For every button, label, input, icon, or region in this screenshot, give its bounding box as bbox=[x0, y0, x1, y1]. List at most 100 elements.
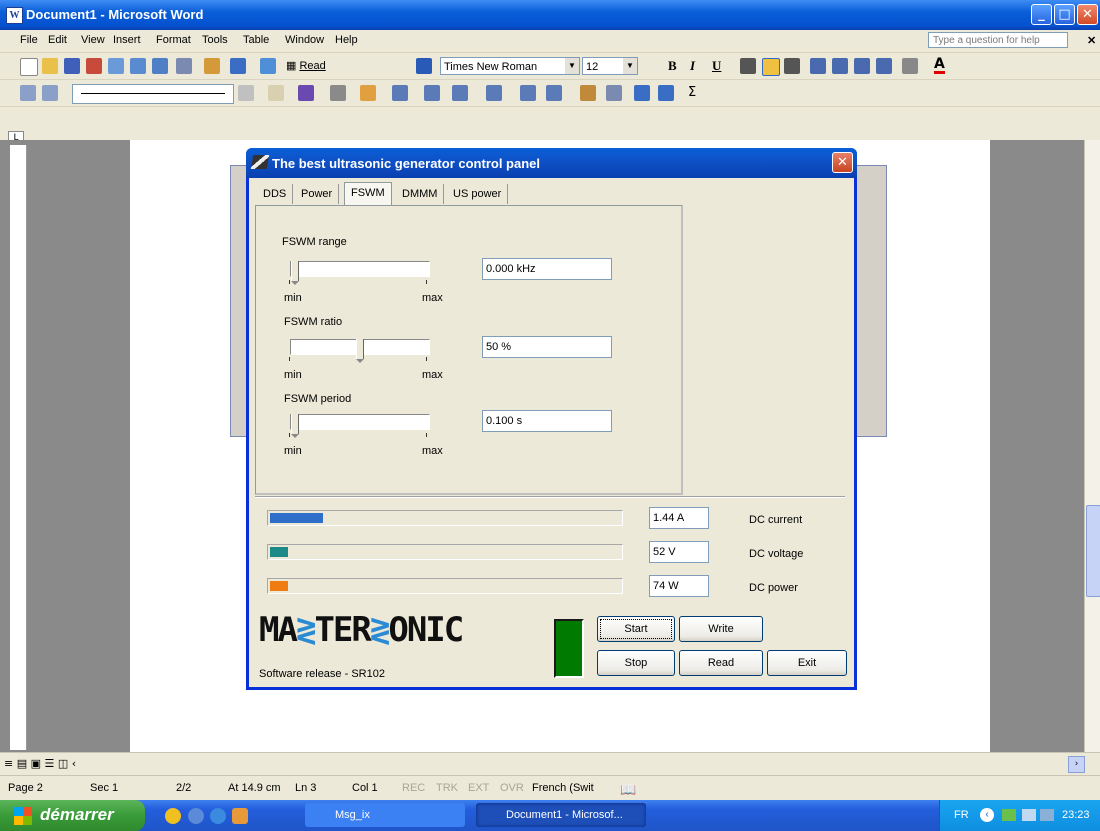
open-folder-icon[interactable] bbox=[42, 58, 58, 74]
dialog-close-button[interactable]: ✕ bbox=[832, 152, 853, 173]
start-button[interactable]: Start bbox=[597, 616, 675, 642]
fswm-period-value[interactable]: 0.100 s bbox=[482, 410, 612, 432]
decrease-indent-icon[interactable] bbox=[854, 58, 870, 74]
tab-dds[interactable]: DDS bbox=[257, 184, 294, 204]
bullets-icon[interactable] bbox=[832, 58, 848, 74]
menu-table[interactable]: Table bbox=[243, 34, 269, 46]
scroll-thumb[interactable] bbox=[1086, 505, 1100, 597]
research-icon[interactable] bbox=[176, 58, 192, 74]
distribute-columns-icon[interactable] bbox=[546, 85, 562, 101]
underline-icon[interactable]: U bbox=[712, 58, 721, 74]
font-color-icon[interactable]: A bbox=[934, 57, 945, 74]
spelling-icon[interactable] bbox=[152, 58, 168, 74]
align-center-icon[interactable] bbox=[762, 58, 780, 76]
menu-insert[interactable]: Insert bbox=[113, 34, 141, 46]
read-button[interactable]: Read bbox=[679, 650, 763, 676]
minimize-button[interactable]: _ bbox=[1031, 4, 1052, 25]
tab-dmmm[interactable]: DMMM bbox=[396, 184, 445, 204]
close-doc-icon[interactable]: ✕ bbox=[1087, 34, 1096, 47]
insert-table-icon[interactable] bbox=[392, 85, 408, 101]
media-icon[interactable] bbox=[232, 808, 248, 824]
ie-icon[interactable] bbox=[210, 808, 226, 824]
usb-icon[interactable] bbox=[1022, 809, 1036, 821]
task-word-document[interactable]: Document1 - Microsof... bbox=[476, 803, 646, 827]
view-buttons[interactable]: ≡ ▤ ▣ ☰ ◫ ‹ bbox=[4, 757, 114, 771]
status-ext[interactable]: EXT bbox=[468, 782, 489, 794]
split-cells-icon[interactable] bbox=[452, 85, 468, 101]
connection-icon[interactable] bbox=[1040, 809, 1054, 821]
justify-icon[interactable] bbox=[784, 58, 800, 74]
print-preview-icon[interactable] bbox=[130, 58, 146, 74]
tab-power[interactable]: Power bbox=[295, 184, 340, 204]
dialog-title-bar[interactable]: The best ultrasonic generator control pa… bbox=[246, 148, 857, 178]
slider-thumb[interactable] bbox=[291, 414, 299, 438]
vertical-ruler[interactable] bbox=[10, 145, 27, 750]
read-button[interactable]: ▦ Read bbox=[286, 59, 326, 72]
border-color-icon[interactable] bbox=[298, 85, 314, 101]
maximize-button[interactable]: □ bbox=[1054, 4, 1075, 25]
quicklaunch-icon[interactable] bbox=[165, 808, 181, 824]
chevron-left-icon[interactable]: ‹ bbox=[980, 808, 994, 822]
bold-icon[interactable]: B bbox=[668, 58, 677, 74]
distribute-rows-icon[interactable] bbox=[520, 85, 536, 101]
line-weight-icon[interactable] bbox=[268, 85, 284, 101]
menu-view[interactable]: View bbox=[81, 34, 105, 46]
fswm-ratio-value[interactable]: 50 % bbox=[482, 336, 612, 358]
sort-ascending-icon[interactable] bbox=[634, 85, 650, 101]
menu-format[interactable]: Format bbox=[156, 34, 191, 46]
shading-icon[interactable] bbox=[360, 85, 376, 101]
slider-thumb[interactable] bbox=[291, 261, 299, 285]
hyperlink-icon[interactable] bbox=[260, 58, 276, 74]
network-icon[interactable] bbox=[1002, 809, 1016, 821]
text-direction-icon[interactable] bbox=[606, 85, 622, 101]
start-button[interactable]: démarrer bbox=[0, 800, 145, 831]
menu-edit[interactable]: Edit bbox=[48, 34, 67, 46]
permission-icon[interactable] bbox=[86, 58, 102, 74]
table-borders-icon[interactable] bbox=[330, 85, 346, 101]
print-icon[interactable] bbox=[108, 58, 124, 74]
fswm-range-value[interactable]: 0.000 kHz bbox=[482, 258, 612, 280]
fswm-period-slider[interactable] bbox=[290, 414, 430, 438]
autosum-icon[interactable]: Σ bbox=[688, 85, 696, 100]
align-cell-icon[interactable] bbox=[486, 85, 502, 101]
tab-fswm[interactable]: FSWM bbox=[344, 182, 392, 207]
line-style-combo[interactable] bbox=[72, 84, 234, 104]
close-button[interactable]: ✕ bbox=[1077, 4, 1098, 25]
status-ovr[interactable]: OVR bbox=[500, 782, 524, 794]
chevron-down-icon[interactable] bbox=[238, 85, 254, 101]
tray-language[interactable]: FR bbox=[954, 809, 969, 821]
fswm-ratio-slider[interactable] bbox=[290, 339, 430, 363]
status-trk[interactable]: TRK bbox=[436, 782, 458, 794]
slider-thumb[interactable] bbox=[356, 339, 364, 363]
horizontal-scrollbar[interactable]: ≡ ▤ ▣ ☰ ◫ ‹ › bbox=[0, 752, 1100, 775]
merge-cells-icon[interactable] bbox=[424, 85, 440, 101]
write-button[interactable]: Write bbox=[679, 616, 763, 642]
vertical-scrollbar[interactable] bbox=[1084, 140, 1100, 752]
paste-icon[interactable] bbox=[204, 58, 220, 74]
borders-icon[interactable] bbox=[902, 58, 918, 74]
spelling-status-icon[interactable]: 📖 bbox=[620, 782, 636, 798]
exit-button[interactable]: Exit bbox=[767, 650, 847, 676]
tab-us-power[interactable]: US power bbox=[447, 184, 509, 204]
save-icon[interactable] bbox=[64, 58, 80, 74]
ask-question-box[interactable]: Type a question for help bbox=[928, 32, 1068, 48]
sort-descending-icon[interactable] bbox=[658, 85, 674, 101]
task-msg-ix[interactable]: Msg_ix bbox=[305, 803, 465, 827]
edit-alt-icon[interactable] bbox=[42, 85, 58, 101]
stop-button[interactable]: Stop bbox=[597, 650, 675, 676]
align-left-icon[interactable] bbox=[740, 58, 756, 74]
menu-window[interactable]: Window bbox=[285, 34, 324, 46]
font-size-combo[interactable]: 12 ▼ bbox=[582, 57, 638, 75]
italic-icon[interactable]: I bbox=[690, 58, 695, 74]
menu-file[interactable]: File bbox=[20, 34, 38, 46]
numbering-icon[interactable] bbox=[810, 58, 826, 74]
edit-icon[interactable] bbox=[20, 85, 36, 101]
autoformat-icon[interactable] bbox=[580, 85, 596, 101]
font-name-combo[interactable]: Times New Roman ▼ bbox=[440, 57, 580, 75]
increase-indent-icon[interactable] bbox=[876, 58, 892, 74]
new-document-icon[interactable] bbox=[20, 58, 38, 76]
undo-icon[interactable] bbox=[230, 58, 246, 74]
menu-help[interactable]: Help bbox=[335, 34, 358, 46]
browser-icon[interactable] bbox=[188, 808, 204, 824]
scroll-right-icon[interactable]: › bbox=[1068, 756, 1085, 773]
